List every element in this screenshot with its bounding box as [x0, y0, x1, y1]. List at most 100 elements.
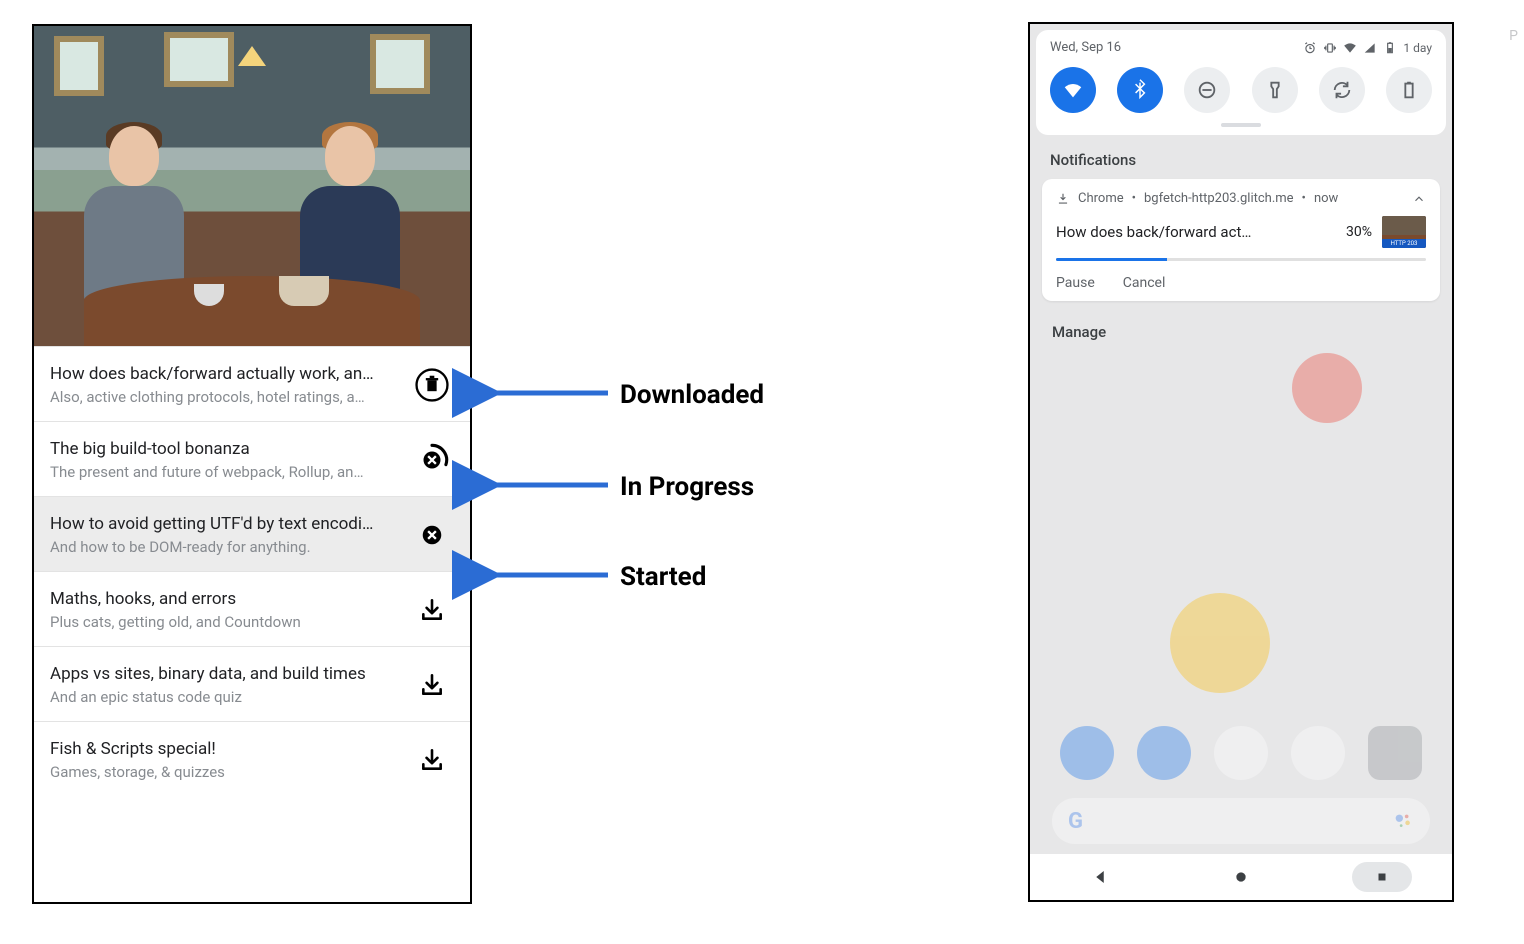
drag-handle[interactable]	[1221, 123, 1261, 127]
delete-download-button[interactable]	[410, 363, 454, 407]
episode-subtitle: Also, active clothing protocols, hotel r…	[50, 388, 400, 406]
episode-list: How does back/forward actually work, an……	[34, 346, 470, 902]
list-item[interactable]: Fish & Scripts special! Games, storage, …	[34, 721, 470, 796]
triangle-back-icon	[1091, 868, 1109, 886]
cancel-icon	[415, 518, 449, 552]
chevron-up-icon[interactable]	[1412, 192, 1426, 206]
wall-picture	[370, 34, 430, 94]
legend-downloaded: Downloaded	[620, 380, 764, 410]
wallpaper-shape	[1292, 353, 1362, 423]
cancel-button[interactable]: Cancel	[1123, 275, 1166, 291]
episode-subtitle: Plus cats, getting old, and Countdown	[50, 613, 400, 631]
hero-image	[34, 26, 470, 346]
back-button[interactable]	[1070, 862, 1130, 892]
flashlight-icon	[1264, 79, 1286, 101]
wifi-toggle[interactable]	[1050, 67, 1096, 113]
trash-icon	[415, 368, 449, 402]
download-icon	[419, 597, 445, 623]
battery-saver-toggle[interactable]	[1386, 67, 1432, 113]
wall-picture	[54, 36, 104, 96]
lamp-icon	[238, 46, 266, 66]
pause-button[interactable]: Pause	[1056, 275, 1095, 291]
notifications-section-label: Notifications	[1050, 151, 1432, 169]
assistant-icon[interactable]	[1392, 810, 1414, 832]
flashlight-toggle[interactable]	[1252, 67, 1298, 113]
notification-shade-phone: Wed, Sep 16 1 day Notifications Chrome	[1028, 22, 1454, 902]
legend-in-progress: In Progress	[620, 472, 754, 502]
google-search-bar[interactable]: G	[1052, 798, 1430, 844]
home-screen-background: G	[1030, 363, 1452, 900]
page-marker: P	[1509, 28, 1518, 44]
dnd-icon	[1196, 79, 1218, 101]
episode-title: How does back/forward actually work, an…	[50, 364, 400, 384]
progress-bar	[1056, 258, 1167, 261]
notification-time: now	[1314, 191, 1338, 206]
circle-home-icon	[1233, 869, 1249, 885]
cup-illustration	[279, 276, 329, 306]
list-item[interactable]: The big build-tool bonanza The present a…	[34, 421, 470, 496]
episode-title: Apps vs sites, binary data, and build ti…	[50, 664, 400, 684]
progress-track	[1056, 258, 1426, 261]
episode-subtitle: The present and future of webpack, Rollu…	[50, 463, 400, 481]
status-date: Wed, Sep 16	[1050, 40, 1121, 55]
arrow-icon	[480, 378, 610, 408]
episode-title: Maths, hooks, and errors	[50, 589, 400, 609]
notification-source: bgfetch-http203.glitch.me	[1144, 191, 1294, 206]
download-notification[interactable]: Chrome • bgfetch-http203.glitch.me • now…	[1042, 179, 1440, 301]
alarm-icon	[1303, 41, 1317, 55]
episode-list-phone: How does back/forward actually work, an……	[32, 24, 472, 904]
bluetooth-icon	[1129, 79, 1151, 101]
battery-text: 1 day	[1403, 41, 1432, 55]
episode-subtitle: And an epic status code quiz	[50, 688, 400, 706]
arrow-icon	[480, 560, 610, 590]
download-button[interactable]	[410, 663, 454, 707]
episode-title: The big build-tool bonanza	[50, 439, 400, 459]
vibrate-icon	[1323, 41, 1337, 55]
play-store-app-icon[interactable]	[1214, 726, 1268, 780]
wifi-icon	[1343, 41, 1357, 55]
table-illustration	[84, 276, 420, 346]
notification-percent: 30%	[1346, 224, 1372, 240]
download-button[interactable]	[410, 588, 454, 632]
messages-app-icon[interactable]	[1137, 726, 1191, 780]
battery-icon	[1398, 79, 1420, 101]
bluetooth-toggle[interactable]	[1117, 67, 1163, 113]
recents-button[interactable]	[1352, 862, 1412, 892]
episode-title: How to avoid getting UTF'd by text encod…	[50, 514, 400, 534]
dnd-toggle[interactable]	[1184, 67, 1230, 113]
wallpaper-shape	[1170, 593, 1270, 693]
list-item[interactable]: How to avoid getting UTF'd by text encod…	[34, 496, 470, 571]
download-icon	[1056, 192, 1070, 206]
chrome-app-icon[interactable]	[1291, 726, 1345, 780]
episode-subtitle: Games, storage, & quizzes	[50, 763, 400, 781]
rotate-icon	[1331, 79, 1353, 101]
google-logo-icon: G	[1068, 809, 1083, 834]
list-item[interactable]: Maths, hooks, and errors Plus cats, gett…	[34, 571, 470, 646]
list-item[interactable]: How does back/forward actually work, an……	[34, 346, 470, 421]
episode-title: Fish & Scripts special!	[50, 739, 400, 759]
list-item[interactable]: Apps vs sites, binary data, and build ti…	[34, 646, 470, 721]
notification-thumbnail: HTTP 203	[1382, 216, 1426, 248]
autorotate-toggle[interactable]	[1319, 67, 1365, 113]
battery-icon	[1383, 41, 1397, 55]
download-icon	[419, 747, 445, 773]
wall-picture	[164, 32, 234, 87]
download-button[interactable]	[410, 738, 454, 782]
wifi-icon	[1062, 79, 1084, 101]
notification-app: Chrome	[1078, 191, 1124, 206]
download-icon	[419, 672, 445, 698]
phone-app-icon[interactable]	[1060, 726, 1114, 780]
legend-started: Started	[620, 562, 706, 592]
manage-notifications-button[interactable]: Manage	[1052, 323, 1430, 341]
episode-subtitle: And how to be DOM-ready for anything.	[50, 538, 400, 556]
system-nav-bar	[1030, 854, 1452, 900]
home-button[interactable]	[1211, 862, 1271, 892]
cancel-download-button[interactable]	[410, 438, 454, 482]
camera-app-icon[interactable]	[1368, 726, 1422, 780]
thumbnail-label: HTTP 203	[1382, 239, 1426, 248]
signal-icon	[1363, 41, 1377, 55]
cancel-download-button[interactable]	[410, 513, 454, 557]
status-icons: 1 day	[1303, 41, 1432, 55]
arrow-icon	[480, 470, 610, 500]
quick-settings-panel: Wed, Sep 16 1 day	[1036, 30, 1446, 135]
